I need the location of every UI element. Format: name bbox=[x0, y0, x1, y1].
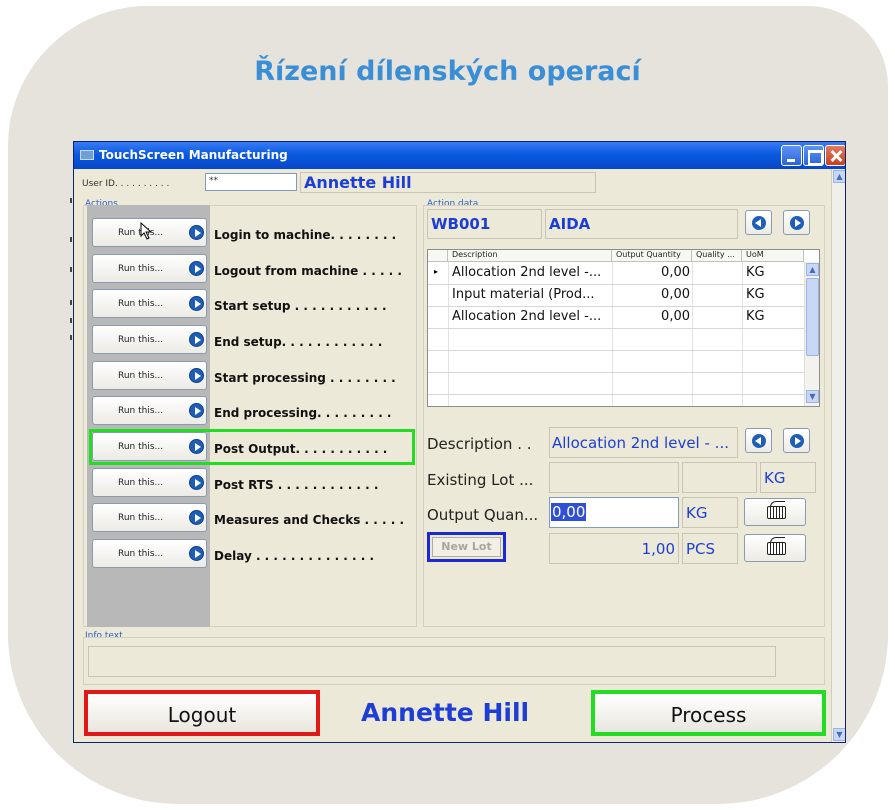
grid-scroll-up-icon[interactable]: ▲ bbox=[806, 263, 819, 276]
arrow-left-icon bbox=[752, 434, 766, 448]
play-icon bbox=[189, 475, 204, 490]
edge-mark bbox=[70, 300, 72, 305]
edge-mark bbox=[70, 335, 72, 340]
title-bar: TouchScreen Manufacturing bbox=[74, 142, 845, 169]
edge-mark bbox=[70, 237, 72, 242]
play-icon bbox=[189, 403, 204, 418]
pcs-uom-field: PCS bbox=[682, 533, 738, 564]
edge-mark bbox=[70, 267, 72, 272]
app-window: TouchScreen Manufacturing ▲ ▼ User ID. .… bbox=[73, 141, 846, 743]
run-start-setup-button[interactable]: Run this... bbox=[92, 289, 207, 318]
grid-scroll-thumb[interactable] bbox=[806, 278, 819, 356]
existing-lot-label: Existing Lot ... bbox=[427, 471, 534, 489]
action-measures-label: Measures and Checks . . . . . bbox=[214, 513, 405, 527]
description-field: Allocation 2nd level - ... bbox=[549, 427, 738, 458]
play-icon bbox=[189, 546, 204, 561]
action-end-processing-label: End processing. . . . . . . . . bbox=[214, 406, 392, 420]
grid-row-header-corner bbox=[428, 250, 448, 262]
window-scrollbar[interactable]: ▲ ▼ bbox=[831, 169, 845, 742]
play-icon bbox=[189, 368, 204, 383]
action-logout-machine-label: Logout from machine . . . . . bbox=[214, 264, 402, 278]
post-output-highlight bbox=[89, 429, 415, 465]
grid-scrollbar[interactable]: ▲ ▼ bbox=[804, 262, 819, 406]
description-label: Description . . bbox=[427, 435, 532, 453]
pcs-field: 1,00 bbox=[549, 533, 679, 564]
user-name-field: Annette Hill bbox=[300, 172, 596, 193]
scroll-up-icon[interactable]: ▲ bbox=[833, 170, 845, 183]
user-id-field[interactable]: ** bbox=[205, 173, 297, 191]
run-measures-button[interactable]: Run this... bbox=[92, 503, 207, 532]
footer-user-name: Annette Hill bbox=[361, 698, 530, 727]
mouse-cursor-icon bbox=[140, 222, 153, 240]
arrow-right-icon bbox=[790, 216, 804, 230]
arrow-right-icon bbox=[790, 434, 804, 448]
output-qty-label: Output Quan... bbox=[427, 506, 539, 524]
keyboard-qty-button[interactable] bbox=[744, 498, 806, 526]
play-icon bbox=[189, 296, 204, 311]
info-text-field bbox=[88, 646, 776, 677]
grid-column-header[interactable]: Output Quantity bbox=[612, 250, 692, 262]
close-button[interactable] bbox=[825, 145, 845, 166]
maximize-button[interactable] bbox=[803, 145, 824, 166]
action-login-label: Login to machine. . . . . . . . bbox=[214, 228, 397, 242]
operator-field: AIDA bbox=[545, 209, 738, 239]
edge-mark bbox=[70, 198, 72, 203]
run-logout-machine-button[interactable]: Run this... bbox=[92, 254, 207, 283]
keyboard-pcs-button[interactable] bbox=[744, 534, 806, 562]
output-qty-input[interactable]: 0,00 bbox=[549, 497, 679, 528]
action-delay-label: Delay . . . . . . . . . . . . . . bbox=[214, 549, 375, 563]
logout-button[interactable]: Logout bbox=[84, 690, 320, 736]
existing-lot-field bbox=[549, 462, 679, 493]
output-qty-uom-field: KG bbox=[682, 497, 738, 528]
arrow-left-icon bbox=[752, 216, 766, 230]
machine-field: WB001 bbox=[427, 209, 542, 239]
window-title: TouchScreen Manufacturing bbox=[99, 148, 288, 162]
keyboard-icon bbox=[767, 501, 786, 519]
edge-mark bbox=[70, 318, 72, 323]
action-end-setup-label: End setup. . . . . . . . . . . . bbox=[214, 335, 383, 349]
minimize-button[interactable] bbox=[781, 145, 802, 166]
action-data-grid[interactable]: Description Output Quantity Quality ... … bbox=[427, 249, 820, 407]
grid-scroll-down-icon[interactable]: ▼ bbox=[806, 390, 819, 403]
new-lot-button[interactable]: New Lot bbox=[432, 537, 501, 557]
grid-column-header[interactable]: UoM bbox=[742, 250, 804, 262]
process-button[interactable]: Process bbox=[591, 690, 826, 736]
action-start-setup-label: Start setup . . . . . . . . . . . bbox=[214, 299, 387, 313]
run-start-processing-button[interactable]: Run this... bbox=[92, 361, 207, 390]
run-end-processing-button[interactable]: Run this... bbox=[92, 396, 207, 425]
existing-lot-uom-field: KG bbox=[760, 462, 816, 493]
next-record-button[interactable] bbox=[783, 210, 810, 235]
grid-column-header[interactable]: Quality ... bbox=[692, 250, 742, 262]
current-row-indicator-icon: ▸ bbox=[434, 267, 439, 276]
prev-record-button[interactable] bbox=[745, 210, 772, 235]
user-id-label: User ID. . . . . . . . . . bbox=[82, 179, 170, 189]
play-icon bbox=[189, 261, 204, 276]
play-icon bbox=[189, 332, 204, 347]
app-icon bbox=[80, 150, 94, 160]
keyboard-icon bbox=[767, 537, 786, 555]
next-description-button[interactable] bbox=[783, 428, 810, 453]
existing-lot-qty-field bbox=[682, 462, 757, 493]
scroll-down-icon[interactable]: ▼ bbox=[833, 728, 845, 741]
prev-description-button[interactable] bbox=[745, 428, 772, 453]
action-post-rts-label: Post RTS . . . . . . . . . . . . bbox=[214, 478, 379, 492]
play-icon bbox=[189, 510, 204, 525]
grid-column-header[interactable]: Description bbox=[448, 250, 612, 262]
run-delay-button[interactable]: Run this... bbox=[92, 539, 207, 568]
page-title: Řízení dílenských operací bbox=[254, 56, 641, 87]
play-icon bbox=[189, 225, 204, 240]
run-end-setup-button[interactable]: Run this... bbox=[92, 325, 207, 354]
run-post-rts-button[interactable]: Run this... bbox=[92, 468, 207, 497]
action-start-processing-label: Start processing . . . . . . . . bbox=[214, 371, 396, 385]
new-lot-button-highlight: New Lot bbox=[427, 532, 506, 562]
